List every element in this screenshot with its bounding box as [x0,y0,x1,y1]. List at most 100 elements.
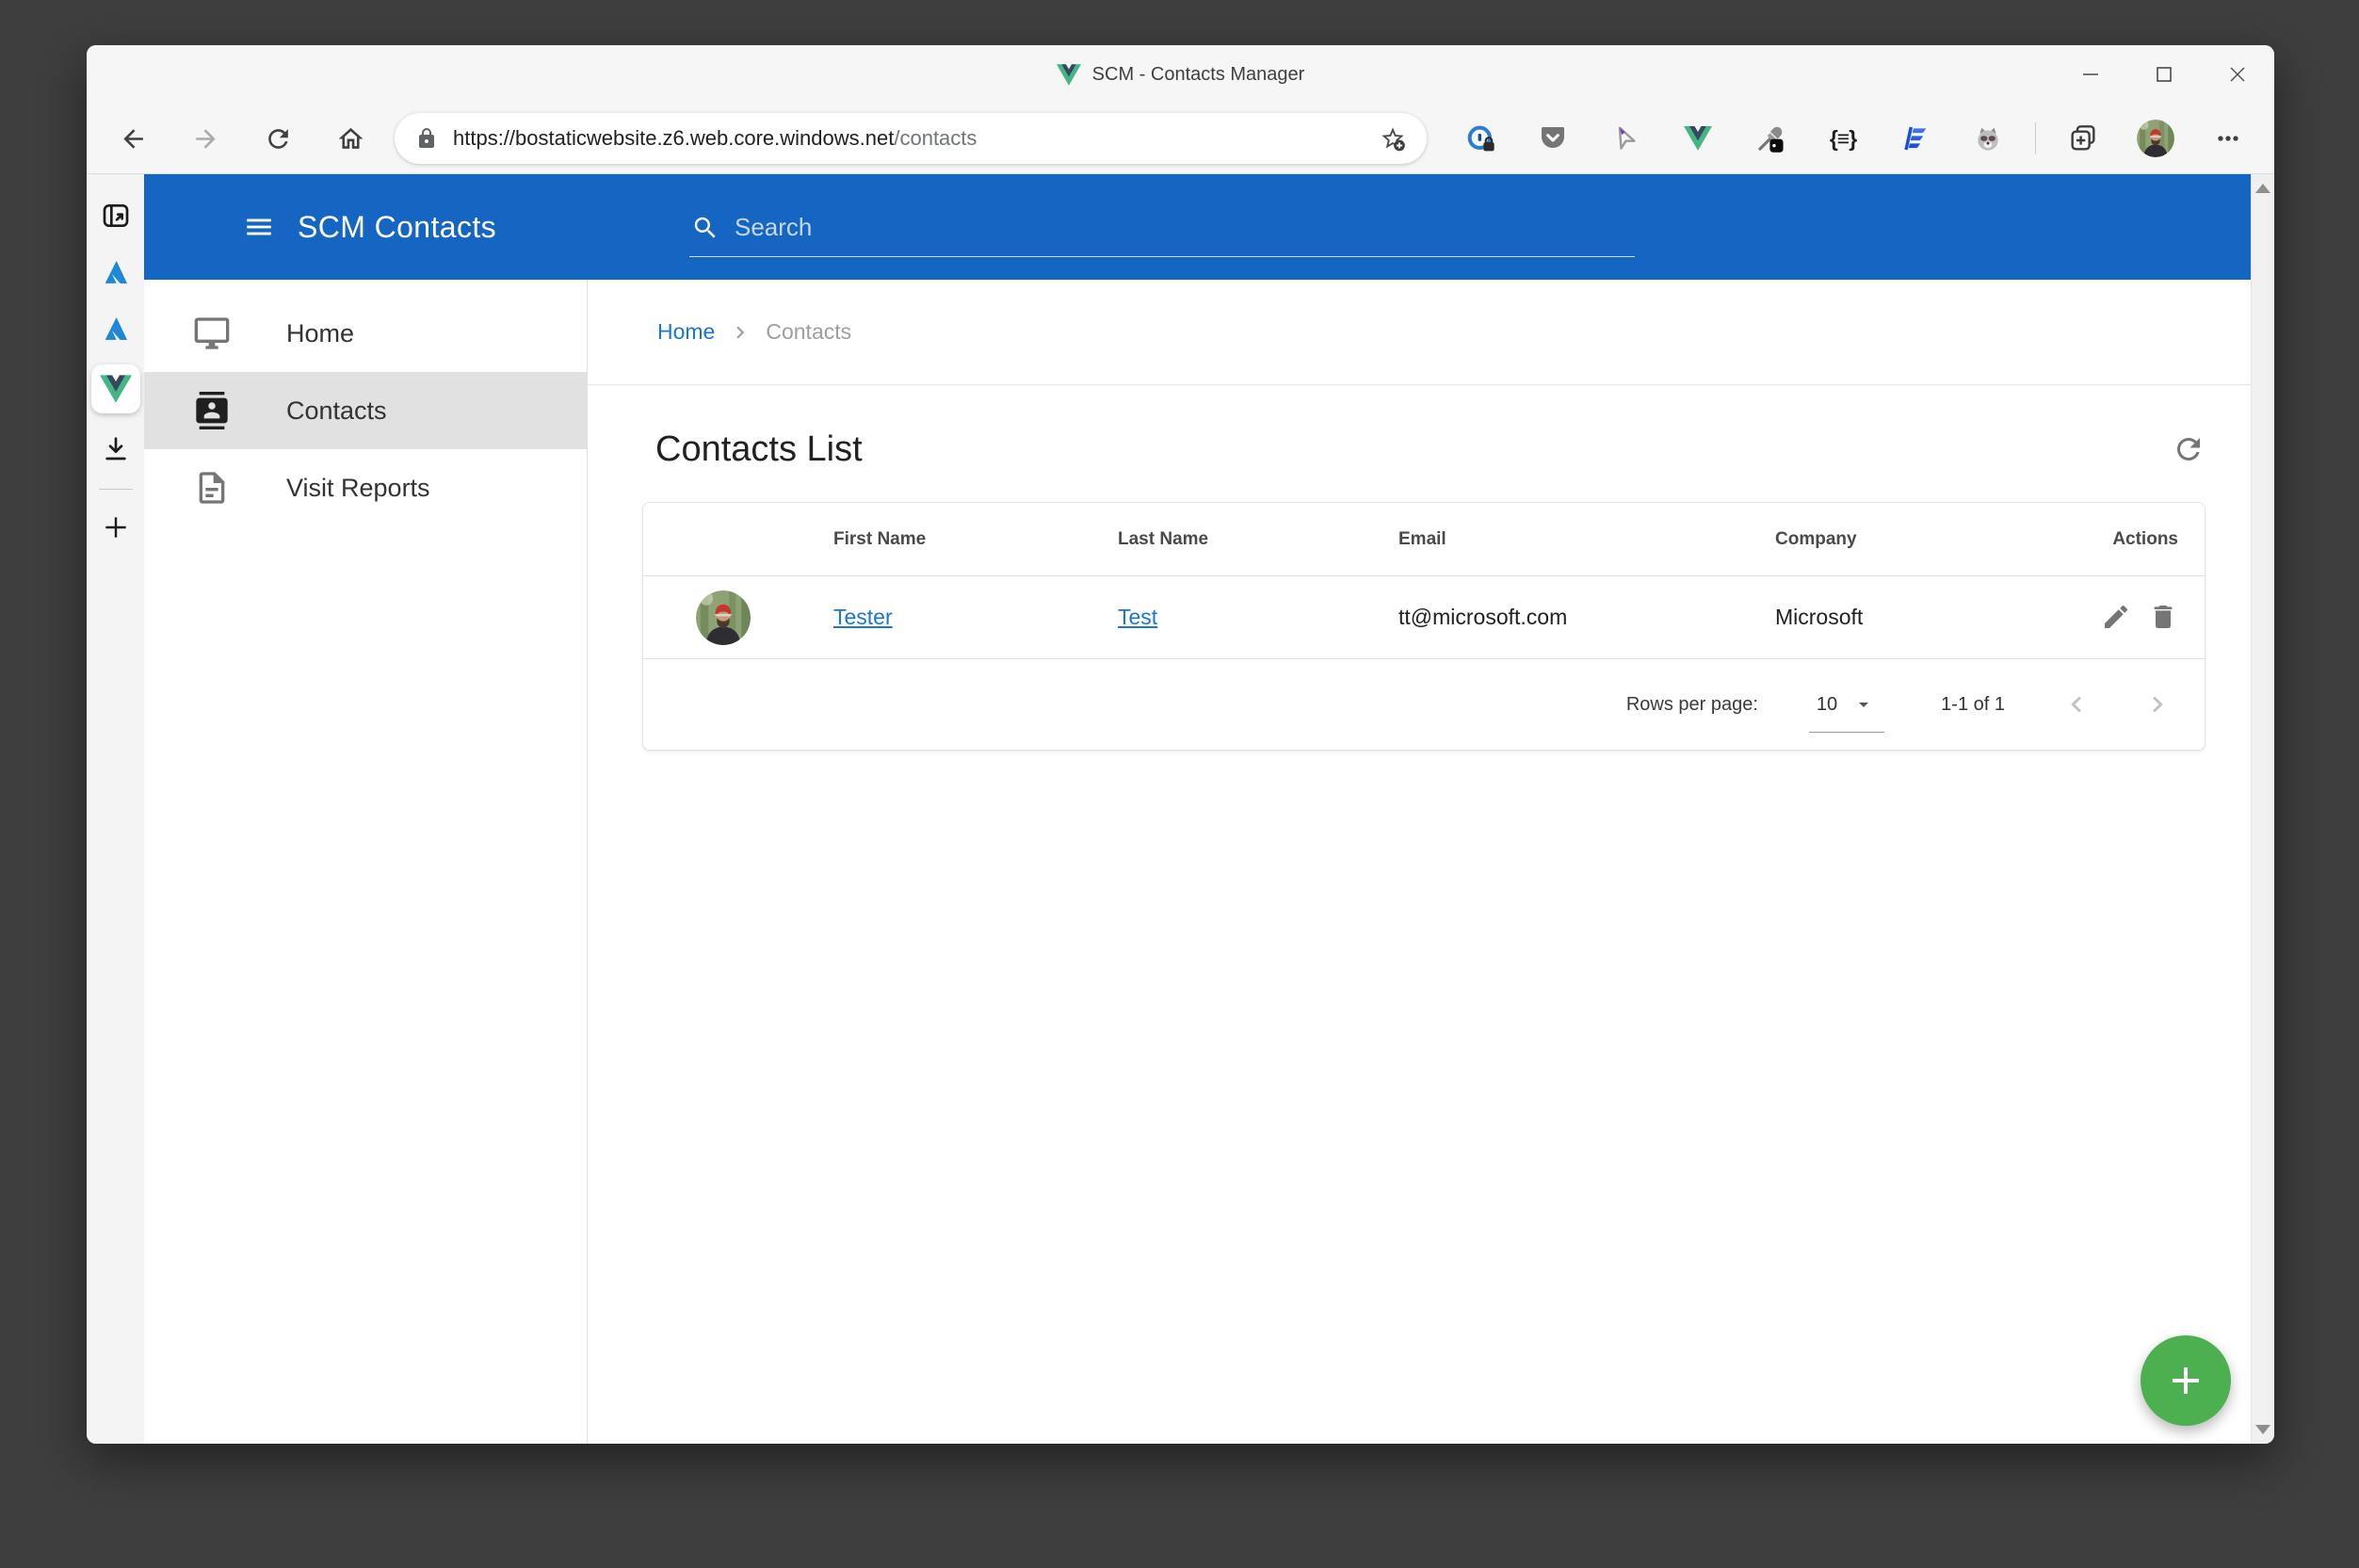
rows-per-page-select[interactable]: 10 [1808,693,1885,733]
minimize-icon [2083,73,2098,75]
cursor-extension-button[interactable] [1600,113,1651,164]
nav-item-home[interactable]: Home [144,295,587,372]
nav-item-contacts[interactable]: Contacts [144,372,587,449]
raccoon-extension-button[interactable] [1963,113,2013,164]
browser-menu-button[interactable] [2203,113,2254,164]
sidebar-launch-icon [103,204,128,227]
maximize-icon [2157,67,2172,82]
password-manager-icon [1467,125,1495,152]
url-host: https://bostaticwebsite.z6.web.core.wind… [453,126,895,150]
desktop-background: SCM - Contacts Manager https://bostaticw… [0,0,2359,1568]
breadcrumb-home-link[interactable]: Home [657,319,715,345]
nav-drawer: Home Contacts Visit Reports [144,280,588,1444]
browser-titlebar: SCM - Contacts Manager [87,45,2274,104]
close-icon [2230,67,2245,82]
contact-avatar [696,590,751,645]
sidebar-add-button[interactable] [95,507,137,548]
refresh-icon [2172,432,2206,466]
pagination-range: 1-1 of 1 [1941,693,2005,715]
collections-button[interactable] [2058,113,2109,164]
reload-icon [264,124,293,154]
address-bar[interactable]: https://bostaticwebsite.z6.web.core.wind… [395,113,1427,164]
nav-item-visit-reports[interactable]: Visit Reports [144,449,587,526]
scroll-down-arrow-icon[interactable] [2255,1425,2270,1434]
vue-devtools-extension-button[interactable] [1672,113,1723,164]
reload-button[interactable] [251,112,304,165]
scroll-up-arrow-icon[interactable] [2255,184,2270,193]
nav-item-label: Home [286,318,355,348]
sidebar-launch-button[interactable] [95,195,137,236]
rows-per-page-value: 10 [1816,693,1838,715]
plus-icon [105,517,126,538]
chevron-left-icon [2060,688,2092,720]
table-header-first-name: First Name [833,528,927,549]
sidebar-azure-app-button[interactable] [95,251,137,293]
table-header-last-name: Last Name [1118,528,1209,549]
add-favorite-button[interactable] [1376,121,1410,155]
url-text: https://bostaticwebsite.z6.web.core.wind… [453,126,1376,151]
table-pagination: Rows per page: 10 1-1 of 1 [643,659,2205,750]
chevron-right-icon [2141,688,2173,720]
raccoon-icon [1978,127,1998,151]
search-input[interactable] [735,213,1635,242]
table-row: Tester Test tt@microsoft.com Microsoft [643,576,2205,659]
window-title-group: SCM - Contacts Manager [87,45,2274,104]
azure-icon [105,261,127,283]
nav-menu-button[interactable] [238,206,280,248]
previous-page-button[interactable] [2056,684,2097,725]
edit-contact-button[interactable] [2101,602,2133,634]
editor-extension-button[interactable] [1890,113,1941,164]
azure-icon [105,317,127,340]
profile-avatar [2137,120,2174,157]
hamburger-icon [243,211,275,243]
delete-contact-button[interactable] [2148,602,2180,634]
sidebar-divider [98,489,133,490]
content-header: Contacts List [588,428,2251,470]
search-field [689,199,1635,257]
page-scrollbar[interactable] [2251,174,2274,1444]
add-contact-fab[interactable] [2141,1335,2231,1426]
refresh-list-button[interactable] [2168,428,2209,470]
contact-company-cell: Microsoft [1775,605,1864,629]
back-button[interactable] [106,112,159,165]
table-header-row: First Name Last Name Email Company Actio… [643,503,2205,576]
browser-toolbar: https://bostaticwebsite.z6.web.core.wind… [87,104,2274,174]
main-content: Home Contacts Contacts List First Name L… [588,280,2251,1444]
trash-icon [2148,602,2178,632]
page-title: Contacts List [655,428,863,469]
toolbar-separator [2035,122,2036,154]
sidebar-azure-app-button-2[interactable] [95,308,137,349]
contact-last-name-link[interactable]: Test [1118,605,1157,629]
browser-profile-button[interactable] [2130,113,2181,164]
page-body: Home Contacts Visit Reports Home Contact… [144,280,2251,1444]
password-manager-extension-button[interactable] [1455,113,1506,164]
next-page-button[interactable] [2137,684,2178,725]
lock-icon [415,127,438,150]
minimize-button[interactable] [2054,45,2127,104]
maximize-button[interactable] [2127,45,2201,104]
document-icon [193,469,231,507]
json-viewer-extension-button[interactable]: {≡} [1818,113,1868,164]
breadcrumb: Home Contacts [588,280,2251,385]
forward-button[interactable] [179,112,232,165]
monitor-icon [193,315,231,352]
forward-icon [191,124,220,154]
sidebar-vue-app-button-active[interactable] [90,364,140,413]
close-button[interactable] [2201,45,2274,104]
table-header-email: Email [1398,528,1446,549]
more-options-icon [2213,123,2243,154]
contact-avatar-cell [643,590,803,645]
contact-first-name-link[interactable]: Tester [833,605,893,629]
table-header-actions: Actions [2112,528,2178,549]
download-icon [105,437,126,461]
contact-first-name-cell: Tester [803,605,1088,630]
sidebar-downloads-button[interactable] [95,428,137,470]
home-button[interactable] [324,112,377,165]
web-page: SCM Contacts Home Contac [144,174,2251,1444]
nav-item-label: Contacts [286,396,387,425]
table-header-company: Company [1775,528,1857,549]
color-picker-extension-button[interactable] [1745,113,1796,164]
breadcrumb-chevron-icon [728,320,752,345]
search-icon [691,214,719,242]
pocket-extension-button[interactable] [1527,113,1578,164]
